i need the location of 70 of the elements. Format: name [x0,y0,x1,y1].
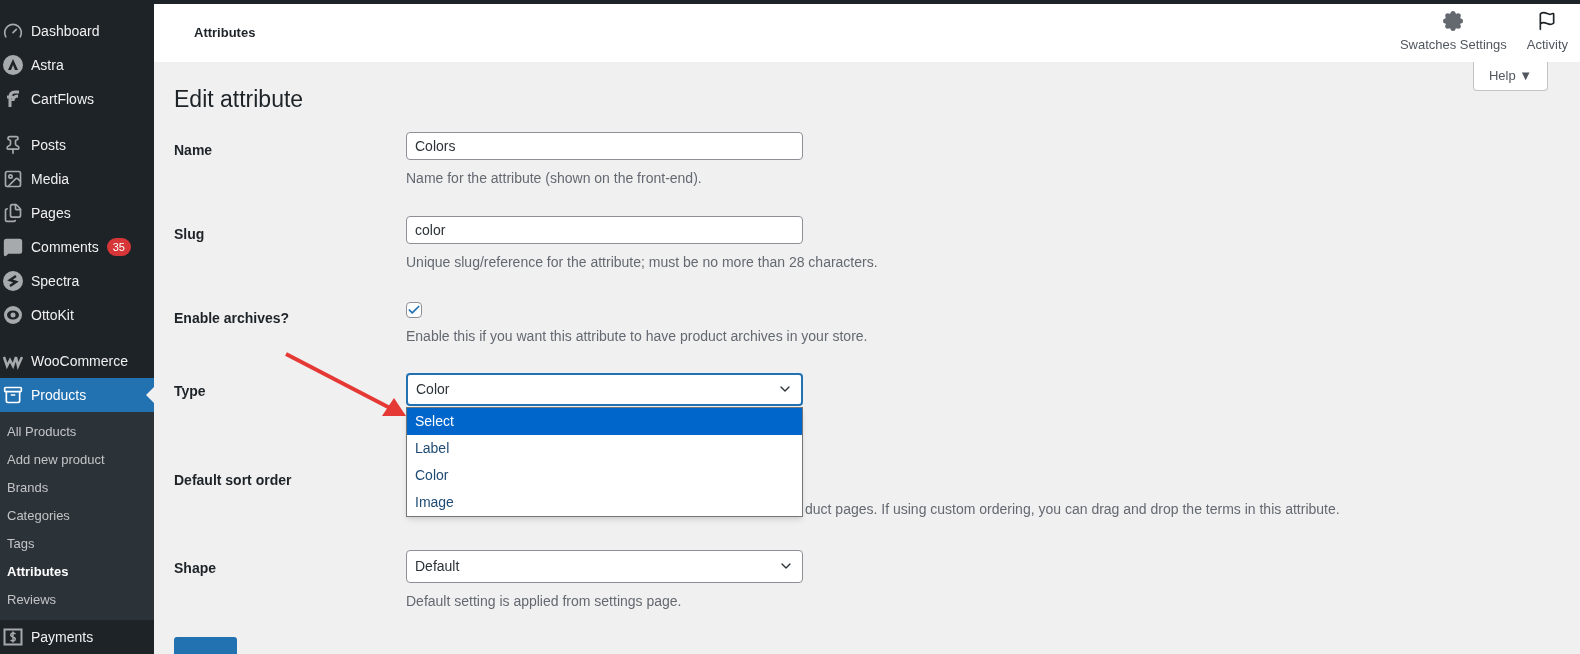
sidebar-item-label: Dashboard [31,21,100,41]
pages-icon [3,203,23,223]
submenu-item[interactable]: Add new product [0,446,154,474]
submenu-item[interactable]: Categories [0,502,154,530]
sidebar-item-label: Products [31,385,87,405]
submenu-item[interactable]: Reviews [0,586,154,614]
text-field[interactable]: Colors [406,131,803,160]
dropdown-option[interactable]: Label [407,434,802,462]
sidebar-item[interactable]: Dashboard [0,14,154,48]
sidebar-item-label: Payments [31,627,94,647]
sidebar-item-label: OttoKit [31,305,74,325]
field-label: Default sort order [174,471,292,488]
sidebar-item[interactable]: Spectra [0,264,154,298]
dropdown-option[interactable]: Select [407,407,802,435]
triangle-logo-icon [3,55,23,75]
field-description: Enable this if you want this attribute to have product archives in your store. [406,326,868,346]
dropdown-option[interactable]: Color [407,461,802,489]
sidebar-item-label: Spectra [31,271,80,291]
sidebar-item-label: CartFlows [31,89,94,109]
submenu-item[interactable]: Tags [0,530,154,558]
pin-icon [3,135,23,155]
count-badge: 35 [106,238,131,256]
checkbox[interactable] [406,301,422,318]
sidebar-item[interactable]: Comments 35 [0,230,154,264]
submenu-item[interactable]: All Products [0,418,154,446]
dollar-icon [3,627,23,647]
field-description: duct pages. If using custom ordering, you can drag and drop the terms in this attribute. [805,499,1340,519]
sidebar-item-label: Astra [31,55,64,75]
field-description: Default setting is applied from settings page. [406,591,683,611]
sidebar-item[interactable]: Media [0,162,154,196]
field-label: Shape [174,559,216,576]
pointer-icon [146,387,154,403]
gauge-icon [3,21,23,41]
header-action[interactable]: Activity [1526,11,1568,55]
s-logo-icon [3,271,23,291]
sidebar-item[interactable]: Products [0,378,154,412]
sidebar-item[interactable]: CartFlows [0,82,154,116]
header-title: Attributes [194,24,256,43]
dropdown-option[interactable]: Image [407,488,802,516]
ring-logo-icon [3,305,23,325]
media-icon [3,169,23,189]
box-icon [3,385,23,405]
sidebar-item[interactable]: Posts [0,128,154,162]
field-label: Enable archives? [174,309,290,326]
header-action[interactable]: Swatches Settings [1399,11,1507,55]
field-description: Name for the attribute (shown on the front-end). [406,168,703,188]
submenu-item[interactable]: Brands [0,474,154,502]
sidebar-item[interactable]: Pages [0,196,154,230]
submenu-item[interactable]: Attributes [0,558,154,586]
field-label: Type [174,382,206,399]
flower-icon [1443,11,1464,32]
sidebar-item-label: Pages [31,203,71,223]
select-field[interactable]: Color [406,372,803,406]
field-description: Unique slug/reference for the attribute; must be no more than 28 characters. [406,252,878,272]
sidebar-item-label: WooCommerce [31,351,128,371]
sidebar-item[interactable]: Payments [0,620,154,654]
sidebar-item-label: Comments [31,237,99,257]
sidebar-item[interactable]: Astra [0,48,154,82]
sidebar-item-label: Media [31,169,70,189]
sidebar-item[interactable]: WooCommerce [0,344,154,378]
select-field[interactable]: Default [406,549,803,583]
flag-icon [1537,11,1558,32]
comment-icon [3,237,23,257]
field-label: Name [174,141,213,158]
field-label: Slug [174,225,205,242]
help-button[interactable]: Help ▼ [1473,62,1548,91]
text-field[interactable]: color [406,215,803,244]
sidebar-item[interactable]: OttoKit [0,298,154,332]
sidebar-item-label: Posts [31,135,66,155]
page-title: Edit attribute [174,85,305,114]
